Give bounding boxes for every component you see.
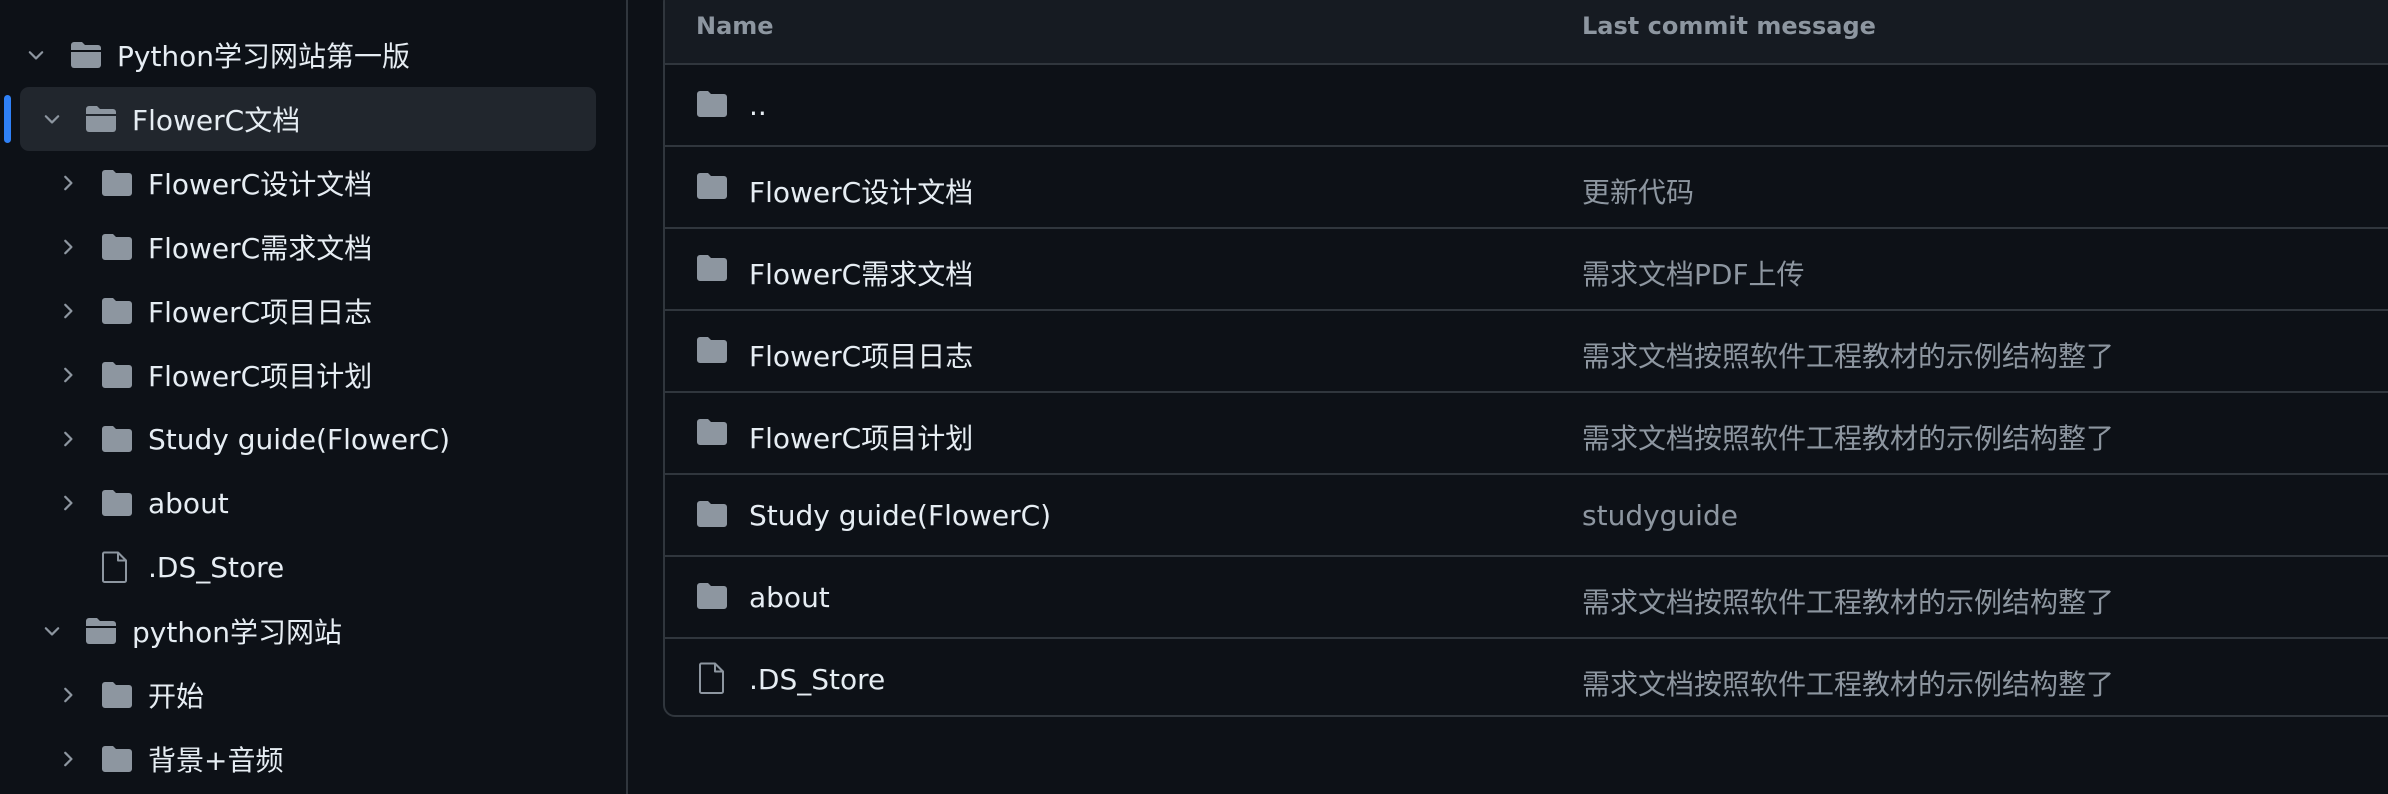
chevron-right-icon[interactable] <box>56 747 80 771</box>
tree-item-label: about <box>148 486 229 520</box>
tree-item-flowerc-docs[interactable]: FlowerC文档 <box>20 87 596 151</box>
folder-icon <box>695 89 729 123</box>
table-row[interactable]: FlowerC设计文档 更新代码 <box>665 147 2388 229</box>
row-name-link[interactable]: FlowerC设计文档 <box>749 171 973 211</box>
tree-item-project-log[interactable]: FlowerC项目日志 <box>56 279 596 343</box>
folder-icon <box>695 171 729 205</box>
row-commit-message[interactable]: 需求文档按照软件工程教材的示例结构整了 <box>1582 335 2114 375</box>
file-icon <box>697 661 727 699</box>
folder-icon <box>695 499 729 533</box>
row-commit-message[interactable]: 需求文档按照软件工程教材的示例结构整了 <box>1582 417 2114 457</box>
table-row[interactable]: FlowerC需求文档 需求文档PDF上传 <box>665 229 2388 311</box>
selected-indicator <box>4 95 11 143</box>
folder-icon <box>100 424 134 454</box>
folder-open-icon <box>84 104 118 134</box>
tree-item-label: 背景+音频 <box>148 744 284 777</box>
folder-icon <box>695 253 729 287</box>
directory-table: Name Last commit message .. FlowerC设计文档 … <box>663 0 2388 717</box>
tree-item-label: 开始 <box>148 680 205 713</box>
tree-item-project-plan[interactable]: FlowerC项目计划 <box>56 343 596 407</box>
folder-open-icon <box>84 616 118 646</box>
row-commit-message[interactable]: 需求文档按照软件工程教材的示例结构整了 <box>1582 581 2114 621</box>
row-name-link[interactable]: about <box>749 581 830 614</box>
tree-item-label: Study guide(FlowerC) <box>148 422 451 456</box>
folder-icon <box>695 417 729 451</box>
folder-icon <box>100 680 134 710</box>
row-name-link[interactable]: .. <box>749 89 767 122</box>
tree-item-label: FlowerC需求文档 <box>148 232 373 265</box>
folder-icon <box>100 360 134 390</box>
tree-item-ds-store[interactable]: .DS_Store <box>100 535 596 599</box>
tree-item-label: FlowerC设计文档 <box>148 168 373 201</box>
column-header-last-commit: Last commit message <box>1582 12 1876 40</box>
tree-item-about[interactable]: about <box>56 471 596 535</box>
table-row[interactable]: FlowerC项目计划 需求文档按照软件工程教材的示例结构整了 <box>665 393 2388 475</box>
folder-icon <box>100 232 134 262</box>
row-name-link[interactable]: FlowerC项目计划 <box>749 417 973 457</box>
table-row[interactable]: FlowerC项目日志 需求文档按照软件工程教材的示例结构整了 <box>665 311 2388 393</box>
folder-icon <box>695 581 729 615</box>
tree-item-design-docs[interactable]: FlowerC设计文档 <box>56 151 596 215</box>
chevron-down-icon[interactable] <box>40 107 64 131</box>
row-commit-message[interactable]: 需求文档PDF上传 <box>1582 253 1805 293</box>
file-tree-sidebar: Python学习网站第一版 FlowerC文档 FlowerC设计文档 Flow… <box>0 0 628 794</box>
row-commit-message[interactable]: 需求文档按照软件工程教材的示例结构整了 <box>1582 663 2114 703</box>
folder-open-icon <box>69 40 103 70</box>
row-name-link[interactable]: FlowerC项目日志 <box>749 335 973 375</box>
tree-item-label: python学习网站 <box>132 616 342 649</box>
folder-icon <box>100 488 134 518</box>
table-row-parent[interactable]: .. <box>665 65 2388 147</box>
row-name-link[interactable]: .DS_Store <box>749 663 885 696</box>
row-commit-message[interactable]: 更新代码 <box>1582 171 1694 211</box>
folder-icon <box>100 168 134 198</box>
chevron-right-icon[interactable] <box>56 427 80 451</box>
tree-item-requirements-docs[interactable]: FlowerC需求文档 <box>56 215 596 279</box>
tree-item-label: FlowerC项目日志 <box>148 296 373 329</box>
tree-item-label: FlowerC文档 <box>132 104 301 137</box>
table-header: Name Last commit message <box>665 0 2388 65</box>
tree-item-label: .DS_Store <box>148 550 285 584</box>
row-name-link[interactable]: Study guide(FlowerC) <box>749 499 1051 532</box>
folder-icon <box>100 744 134 774</box>
file-icon <box>100 550 130 584</box>
chevron-down-icon[interactable] <box>24 43 48 67</box>
row-name-link[interactable]: FlowerC需求文档 <box>749 253 973 293</box>
tree-item-python-site-v1[interactable]: Python学习网站第一版 <box>16 23 616 87</box>
tree-item-python-site[interactable]: python学习网站 <box>40 599 596 663</box>
chevron-right-icon[interactable] <box>56 491 80 515</box>
tree-item-label: FlowerC项目计划 <box>148 360 373 393</box>
chevron-right-icon[interactable] <box>56 171 80 195</box>
chevron-down-icon[interactable] <box>40 619 64 643</box>
row-commit-message[interactable]: studyguide <box>1582 499 1738 532</box>
column-header-name: Name <box>696 12 774 40</box>
folder-icon <box>695 335 729 369</box>
tree-item-background-audio[interactable]: 背景+音频 <box>56 727 596 791</box>
folder-icon <box>100 296 134 326</box>
tree-item-study-guide[interactable]: Study guide(FlowerC) <box>56 407 596 471</box>
chevron-right-icon[interactable] <box>56 235 80 259</box>
table-row[interactable]: about 需求文档按照软件工程教材的示例结构整了 <box>665 557 2388 639</box>
tree-item-start[interactable]: 开始 <box>56 663 596 727</box>
chevron-right-icon[interactable] <box>56 299 80 323</box>
table-row[interactable]: Study guide(FlowerC) studyguide <box>665 475 2388 557</box>
tree-item-label: Python学习网站第一版 <box>117 40 411 73</box>
chevron-right-icon[interactable] <box>56 683 80 707</box>
table-row[interactable]: .DS_Store 需求文档按照软件工程教材的示例结构整了 <box>665 639 2388 715</box>
chevron-right-icon[interactable] <box>56 363 80 387</box>
